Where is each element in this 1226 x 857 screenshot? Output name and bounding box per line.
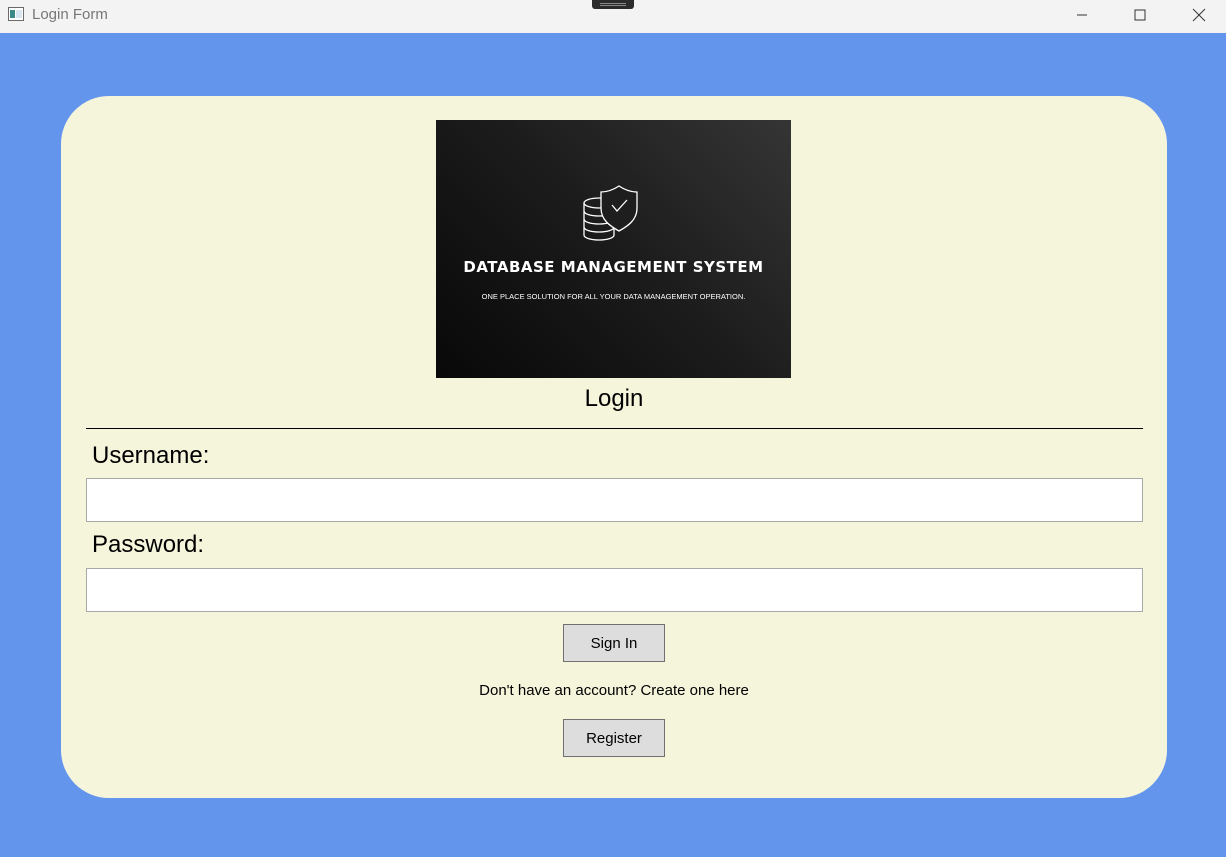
close-button[interactable] (1170, 0, 1226, 30)
snap-handle[interactable] (592, 0, 634, 9)
close-icon (1192, 8, 1206, 22)
username-label: Username: (92, 442, 210, 469)
sign-in-button[interactable]: Sign In (563, 624, 665, 662)
login-heading: Login (584, 385, 644, 412)
divider (86, 428, 1143, 429)
banner-subtitle: ONE PLACE SOLUTION FOR ALL YOUR DATA MAN… (481, 292, 746, 301)
database-shield-icon (583, 185, 638, 241)
title-bar: Login Form (0, 0, 1226, 33)
password-label: Password: (92, 531, 205, 558)
maximize-button[interactable] (1111, 0, 1169, 30)
login-window: Login Form DATABASE MANAGEMENT SYSTEM ON… (0, 0, 1226, 857)
window-title: Login Form (32, 6, 108, 23)
account-prompt: Don't have an account? Create one here (479, 682, 749, 699)
minimize-icon (1077, 14, 1087, 16)
maximize-icon (1134, 9, 1146, 21)
minimize-button[interactable] (1053, 0, 1111, 30)
username-input[interactable] (86, 478, 1143, 522)
password-input[interactable] (86, 568, 1143, 612)
register-button[interactable]: Register (563, 719, 665, 757)
app-icon (8, 7, 24, 21)
banner-image: DATABASE MANAGEMENT SYSTEM ONE PLACE SOL… (436, 120, 791, 378)
login-card: DATABASE MANAGEMENT SYSTEM ONE PLACE SOL… (61, 96, 1167, 798)
banner-title: DATABASE MANAGEMENT SYSTEM (463, 258, 764, 276)
